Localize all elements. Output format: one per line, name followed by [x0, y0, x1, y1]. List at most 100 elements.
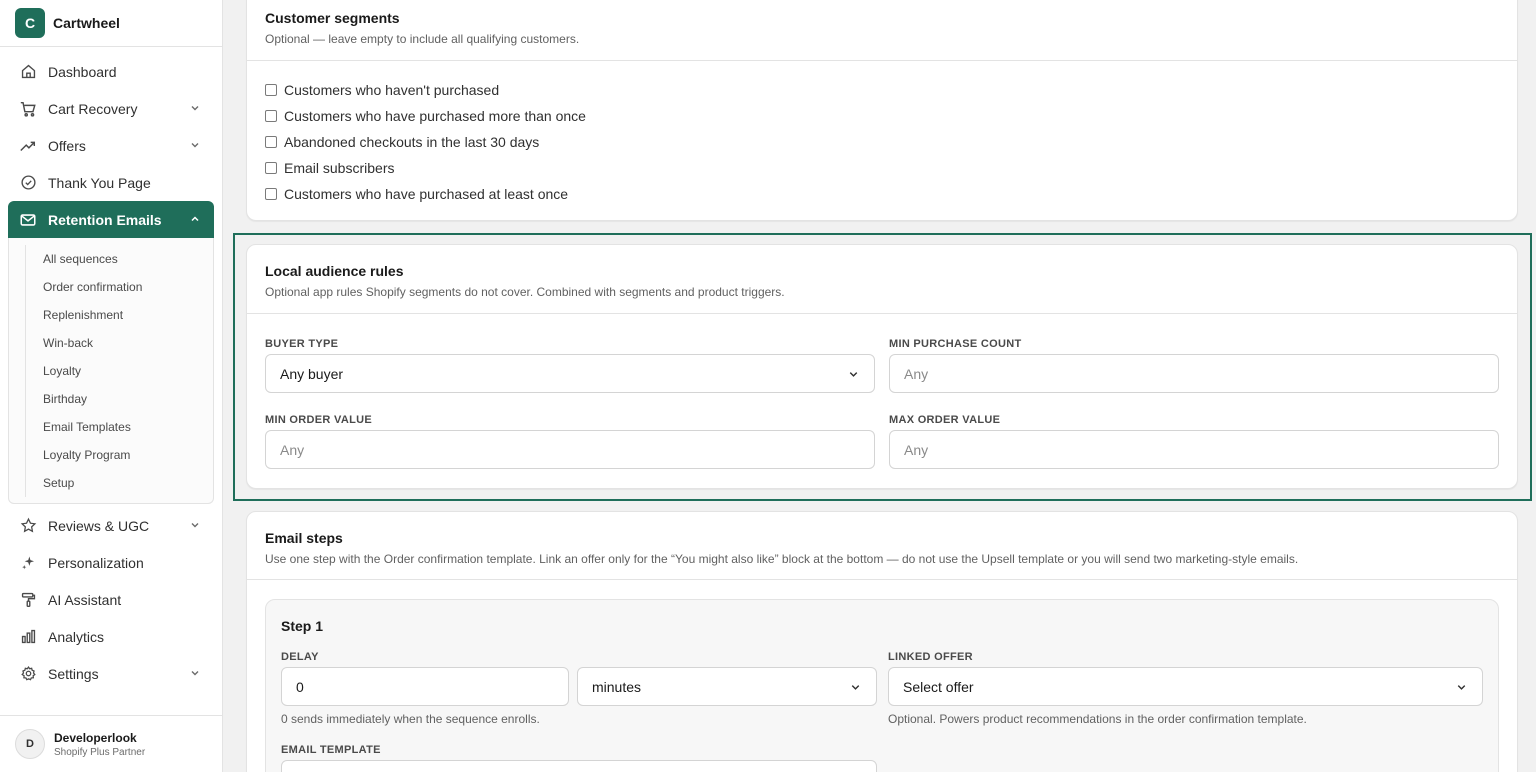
subnav-item-birthday[interactable]: Birthday: [43, 385, 213, 413]
subnav-item-email-templates[interactable]: Email Templates: [43, 413, 213, 441]
sidebar-item-label: Settings: [48, 665, 99, 682]
sidebar-item-analytics[interactable]: Analytics: [8, 618, 214, 655]
segment-option-label: Customers who have purchased at least on…: [284, 186, 569, 202]
delay-help-text: 0 sends immediately when the sequence en…: [281, 712, 540, 726]
checkbox[interactable]: [265, 136, 277, 148]
delay-input[interactable]: 0: [281, 667, 569, 706]
chevron-down-icon: [188, 101, 202, 115]
trending-up-icon: [19, 137, 37, 155]
checkbox[interactable]: [265, 162, 277, 174]
chevron-down-icon: [188, 138, 202, 152]
sidebar-item-reviews-ugc[interactable]: Reviews & UGC: [8, 507, 214, 544]
sidebar-item-label: AI Assistant: [48, 591, 122, 608]
buyer-type-label: BUYER TYPE: [265, 338, 339, 350]
subnav-item-loyalty-program[interactable]: Loyalty Program: [43, 441, 213, 469]
section-title: Local audience rules: [265, 263, 404, 279]
chevron-down-icon: [847, 368, 860, 381]
paint-roller-icon: [19, 591, 37, 609]
sidebar-item-cart-recovery[interactable]: Cart Recovery: [8, 90, 214, 127]
home-icon: [19, 63, 37, 81]
email-steps-card: Email steps Use one step with the Order …: [246, 511, 1518, 772]
min-order-value-label: MIN ORDER VALUE: [265, 414, 372, 426]
email-template-select[interactable]: [281, 760, 877, 772]
avatar: D: [15, 729, 45, 759]
chevron-up-icon: [188, 212, 202, 226]
linked-offer-select[interactable]: Select offer: [888, 667, 1483, 706]
segment-option-label: Abandoned checkouts in the last 30 days: [284, 134, 540, 150]
checkbox[interactable]: [265, 84, 277, 96]
segment-option[interactable]: Customers who have purchased at least on…: [265, 186, 568, 202]
sidebar-item-settings[interactable]: Settings: [8, 655, 214, 692]
input-placeholder: Any: [280, 441, 305, 458]
check-circle-icon: [19, 174, 37, 192]
delay-value: 0: [296, 678, 304, 695]
brand-logo: C: [15, 8, 45, 38]
linked-offer-label: LINKED OFFER: [888, 651, 973, 663]
sidebar-nav: Dashboard Cart Recovery Offers Thank You…: [0, 53, 222, 692]
subnav-item-setup[interactable]: Setup: [43, 469, 213, 497]
buyer-type-value: Any buyer: [280, 365, 344, 382]
min-order-value-input[interactable]: Any: [265, 430, 875, 469]
checkbox[interactable]: [265, 188, 277, 200]
divider: [247, 60, 1517, 61]
subnav-item-order-confirmation[interactable]: Order confirmation: [43, 273, 213, 301]
linked-offer-help-text: Optional. Powers product recommendations…: [888, 712, 1307, 726]
sidebar-item-offers[interactable]: Offers: [8, 127, 214, 164]
sidebar-item-thank-you-page[interactable]: Thank You Page: [8, 164, 214, 201]
cart-icon: [19, 100, 37, 118]
segment-option[interactable]: Abandoned checkouts in the last 30 days: [265, 134, 539, 150]
user-profile[interactable]: D Developerlook Shopify Plus Partner: [0, 715, 222, 772]
delay-unit-value: minutes: [592, 678, 642, 695]
sidebar-item-label: Dashboard: [48, 63, 117, 80]
buyer-type-select[interactable]: Any buyer: [265, 354, 875, 393]
min-purchase-count-label: MIN PURCHASE COUNT: [889, 338, 1022, 350]
mail-icon: [19, 211, 37, 229]
section-subtitle: Optional — leave empty to include all qu…: [265, 32, 580, 46]
delay-label: DELAY: [281, 651, 319, 663]
step-card: Step 1 DELAY 0 minutes 0 sends immediate…: [265, 599, 1499, 772]
step-title: Step 1: [281, 618, 324, 634]
chevron-down-icon: [188, 666, 202, 680]
sidebar-item-label: Analytics: [48, 628, 105, 645]
input-placeholder: Any: [904, 365, 929, 382]
sidebar-item-dashboard[interactable]: Dashboard: [8, 53, 214, 90]
segment-option[interactable]: Customers who have purchased more than o…: [265, 108, 586, 124]
checkbox[interactable]: [265, 110, 277, 122]
segment-option-label: Customers who have purchased more than o…: [284, 108, 586, 124]
segment-option[interactable]: Email subscribers: [265, 160, 394, 176]
sidebar-item-label: Thank You Page: [48, 174, 151, 191]
brand[interactable]: C Cartwheel: [0, 0, 222, 47]
sidebar-item-ai-assistant[interactable]: AI Assistant: [8, 581, 214, 618]
sidebar-item-label: Offers: [48, 137, 86, 154]
min-purchase-count-input[interactable]: Any: [889, 354, 1499, 393]
gear-icon: [19, 665, 37, 683]
max-order-value-input[interactable]: Any: [889, 430, 1499, 469]
sidebar-item-retention-emails[interactable]: Retention Emails: [8, 201, 214, 238]
customer-segments-card: Customer segments Optional — leave empty…: [246, 0, 1518, 221]
subnav-item-win-back[interactable]: Win-back: [43, 329, 213, 357]
email-template-label: EMAIL TEMPLATE: [281, 744, 381, 756]
divider: [247, 579, 1517, 580]
segment-option-label: Customers who haven't purchased: [284, 82, 500, 98]
user-role: Shopify Plus Partner: [54, 746, 146, 758]
chevron-down-icon: [1455, 681, 1468, 694]
sidebar: C Cartwheel Dashboard Cart Recovery Offe…: [0, 0, 223, 772]
sparkle-icon: [19, 554, 37, 572]
section-title: Email steps: [265, 530, 343, 546]
section-subtitle: Optional app rules Shopify segments do n…: [265, 285, 785, 299]
chevron-down-icon: [188, 518, 202, 532]
subnav-item-replenishment[interactable]: Replenishment: [43, 301, 213, 329]
delay-unit-select[interactable]: minutes: [577, 667, 877, 706]
user-name: Developerlook: [54, 730, 137, 745]
main-content: Customer segments Optional — leave empty…: [223, 0, 1536, 772]
input-placeholder: Any: [904, 441, 929, 458]
sidebar-item-personalization[interactable]: Personalization: [8, 544, 214, 581]
linked-offer-value: Select offer: [903, 678, 974, 695]
subnav-item-loyalty[interactable]: Loyalty: [43, 357, 213, 385]
subnav-item-all-sequences[interactable]: All sequences: [43, 245, 213, 273]
sidebar-item-label: Retention Emails: [48, 211, 162, 228]
sidebar-item-label: Personalization: [48, 554, 144, 571]
max-order-value-label: MAX ORDER VALUE: [889, 414, 1001, 426]
segment-option[interactable]: Customers who haven't purchased: [265, 82, 499, 98]
star-icon: [19, 517, 37, 535]
